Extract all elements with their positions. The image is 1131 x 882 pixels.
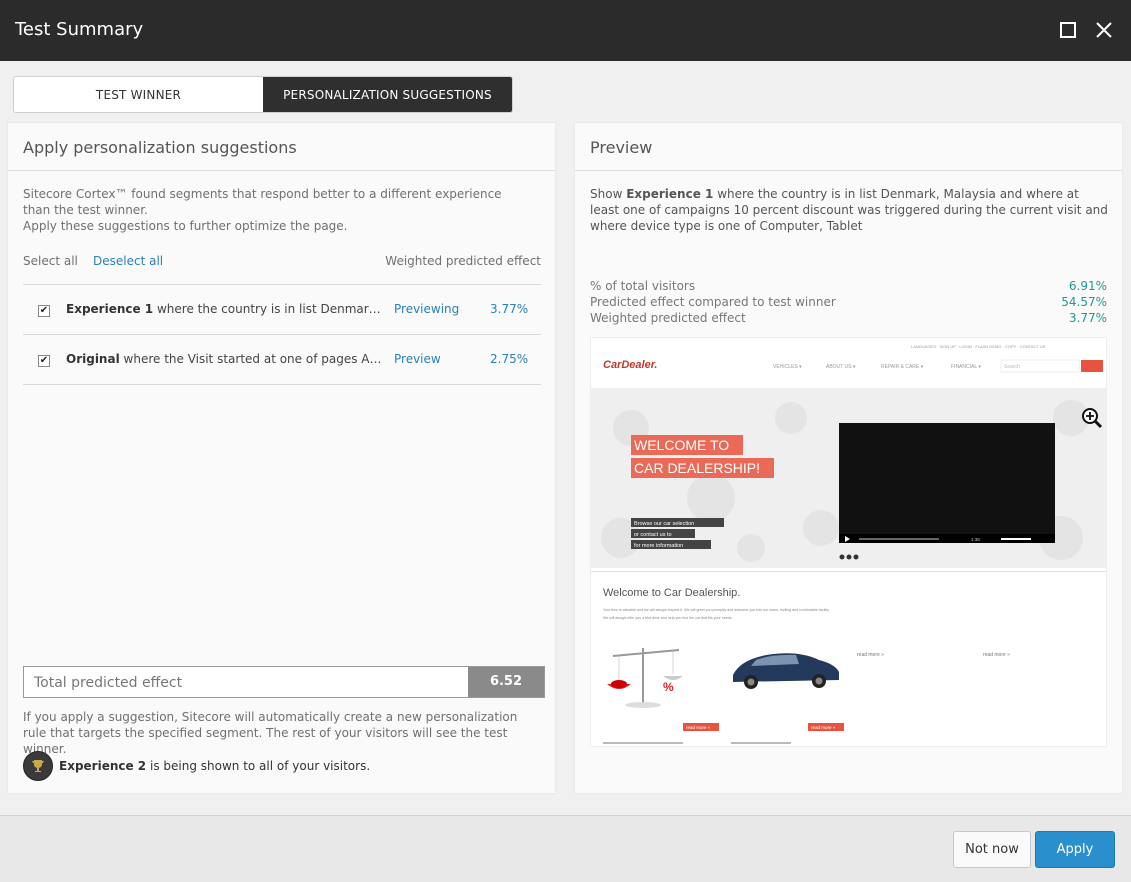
dialog-footer: Not now Apply: [0, 815, 1131, 882]
site-video-time: 1:38: [971, 537, 980, 542]
stat-row: Weighted predicted effect 3.77%: [590, 310, 1107, 326]
desc-experience: Experience 1: [626, 187, 714, 201]
shown-experience-name: Experience 2: [59, 759, 147, 773]
suggestion-list: ✔ Experience 1 where the country is in l…: [23, 284, 541, 385]
suggestions-heading: Apply personalization suggestions: [8, 123, 555, 171]
page-preview-thumbnail: LANGUAGES · SIGN UP · LOGIN · FLASH DEMO…: [590, 337, 1107, 747]
tab-personalization-suggestions[interactable]: PERSONALIZATION SUGGESTIONS: [263, 77, 512, 112]
stat-row: Predicted effect compared to test winner…: [590, 294, 1107, 310]
window-title: Test Summary: [15, 19, 144, 40]
total-predicted-effect: Total predicted effect 6.52: [23, 666, 545, 698]
selection-row: Select all Deselect all Weighted predict…: [23, 254, 541, 268]
suggestion-checkbox[interactable]: ✔: [38, 305, 50, 317]
tab-test-winner[interactable]: TEST WINNER: [14, 77, 263, 112]
total-label: Total predicted effect: [34, 675, 183, 691]
suggestion-text: Original where the Visit started at one …: [66, 352, 386, 366]
suggestion-condition: where the Visit started at one of pages …: [123, 352, 386, 366]
not-now-button[interactable]: Not now: [953, 831, 1031, 868]
maximize-button[interactable]: [1057, 18, 1081, 42]
intro-line-2: Apply these suggestions to further optim…: [23, 219, 348, 233]
stat-value: 6.91%: [1068, 279, 1107, 293]
suggestion-row: ✔ Experience 1 where the country is in l…: [23, 285, 541, 335]
stat-label: Weighted predicted effect: [590, 311, 746, 325]
suggestion-name: Experience 1: [66, 302, 154, 316]
maximize-icon: [1060, 22, 1076, 38]
weighted-effect-header: Weighted predicted effect: [385, 254, 541, 268]
apply-button[interactable]: Apply: [1035, 831, 1115, 868]
site-cta3: for more information: [634, 543, 683, 549]
desc-pre: Show: [590, 187, 627, 201]
deselect-all-link[interactable]: Deselect all: [93, 254, 163, 268]
site-welcome-text1: Your time is valuable and we will always…: [603, 608, 830, 612]
site-nav-vehicles: VEHICLES ▾: [773, 364, 802, 370]
site-search-placeholder: Search: [1004, 364, 1020, 370]
site-welcome-title: Welcome to Car Dealership.: [603, 587, 740, 599]
title-bar: Test Summary: [0, 0, 1131, 61]
site-read-more-button: read more »: [686, 725, 711, 730]
suggestions-panel: Apply personalization suggestions Siteco…: [8, 123, 555, 793]
preview-link[interactable]: Preview: [394, 352, 441, 366]
site-hero-line2: CAR DEALERSHIP!: [634, 460, 760, 476]
select-all-link[interactable]: Select all: [23, 254, 78, 268]
stat-label: Predicted effect compared to test winner: [590, 295, 836, 309]
stat-value: 54.57%: [1061, 295, 1107, 309]
preview-stats: % of total visitors 6.91% Predicted effec…: [590, 278, 1107, 326]
suggestion-text: Experience 1 where the country is in lis…: [66, 302, 386, 316]
trophy-icon: [23, 751, 53, 781]
preview-panel: Preview Show Experience 1 where the coun…: [575, 123, 1122, 793]
total-value: 6.52: [468, 667, 544, 697]
shown-experience: Experience 2 is being shown to all of yo…: [23, 751, 370, 781]
suggestion-effect: 2.75%: [490, 352, 529, 366]
site-read-more-button: read more »: [811, 725, 836, 730]
suggestion-checkbox[interactable]: ✔: [38, 355, 50, 367]
stat-row: % of total visitors 6.91%: [590, 278, 1107, 294]
suggestion-row: ✔ Original where the Visit started at on…: [23, 335, 541, 385]
site-read-more: read more »: [857, 652, 884, 658]
site-preview-graphic: LANGUAGES · SIGN UP · LOGIN · FLASH DEMO…: [591, 338, 1106, 746]
preview-heading: Preview: [575, 123, 1122, 171]
site-cta2: or contact us to: [634, 532, 672, 538]
site-sale-mark: %: [663, 680, 674, 694]
suggestion-condition: where the country is in list Denmark, Ma…: [156, 302, 386, 316]
suggestion-effect: 3.77%: [490, 302, 529, 316]
stat-label: % of total visitors: [590, 279, 696, 293]
preview-description: Show Experience 1 where the country is i…: [590, 186, 1110, 234]
site-top-links: LANGUAGES · SIGN UP · LOGIN · FLASH DEMO…: [911, 344, 1046, 349]
suggestions-intro: Sitecore Cortex™ found segments that res…: [23, 186, 528, 234]
close-icon: [1096, 22, 1112, 38]
suggestion-name: Original: [66, 352, 120, 366]
dialog-content: TEST WINNER PERSONALIZATION SUGGESTIONS …: [0, 61, 1131, 815]
apply-footnote: If you apply a suggestion, Sitecore will…: [23, 710, 518, 756]
site-read-more: read more »: [983, 652, 1010, 658]
site-nav-financial: FINANCIAL ▾: [951, 364, 981, 370]
previewing-link[interactable]: Previewing: [394, 302, 459, 316]
site-nav-repair: REPAIR & CARE ▾: [881, 364, 924, 370]
zoom-in-button[interactable]: [1080, 406, 1104, 430]
stat-value: 3.77%: [1068, 311, 1107, 325]
zoom-in-icon: [1082, 408, 1103, 429]
shown-experience-text: is being shown to all of your visitors.: [146, 759, 371, 773]
close-button[interactable]: [1092, 18, 1116, 42]
site-cta1: Browse our car selection: [634, 521, 694, 527]
tab-bar: TEST WINNER PERSONALIZATION SUGGESTIONS: [13, 76, 513, 113]
site-hero-line1: WELCOME TO: [634, 437, 729, 453]
site-logo: CarDealer.: [603, 359, 657, 371]
site-nav-about: ABOUT US ▾: [826, 364, 856, 370]
site-welcome-text2: We will always offer you a test drive an…: [603, 616, 733, 620]
intro-line-1: Sitecore Cortex™ found segments that res…: [23, 187, 502, 217]
